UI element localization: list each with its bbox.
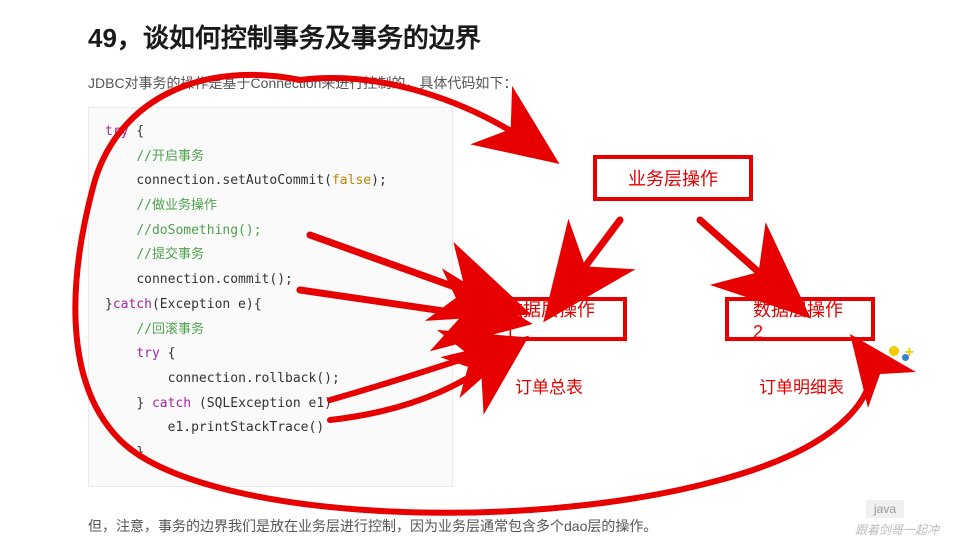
comment: //提交事务 <box>136 247 204 262</box>
code-block: try { //开启事务 connection.setAutoCommit(fa… <box>88 107 453 487</box>
page-title: 49，谈如何控制事务及事务的边界 <box>88 18 919 55</box>
outro-text: 但，注意，事务的边界我们是放在业务层进行控制，因为业务层通常包含多个dao层的操… <box>88 516 657 536</box>
comment: //开启事务 <box>136 149 204 164</box>
decor-dot-yellow <box>889 346 899 356</box>
comment: //回滚事务 <box>136 322 204 337</box>
kw-try: try <box>105 124 128 139</box>
box-business-layer: 业务层操作 <box>593 155 753 201</box>
language-tag: java <box>866 500 904 518</box>
decor-plus-icon: + <box>905 344 914 362</box>
intro-text: JDBC对事务的操作是基于Connection来进行控制的，具体代码如下： <box>88 73 919 93</box>
box-data-layer-2: 数据层操作2 <box>725 297 875 341</box>
caption-order-detail: 订单明细表 <box>759 373 844 398</box>
watermark: 跟着剑哥一起冲 <box>855 521 939 538</box>
content-row: try { //开启事务 connection.setAutoCommit(fa… <box>88 107 919 487</box>
box-data-layer-1: 数据层操作1 <box>477 297 627 341</box>
comment: //做业务操作 <box>136 198 217 213</box>
caption-order-main: 订单总表 <box>515 373 583 398</box>
diagram: 业务层操作 数据层操作1 数据层操作2 订单总表 订单明细表 <box>463 107 919 487</box>
comment: //doSomething(); <box>136 223 261 238</box>
